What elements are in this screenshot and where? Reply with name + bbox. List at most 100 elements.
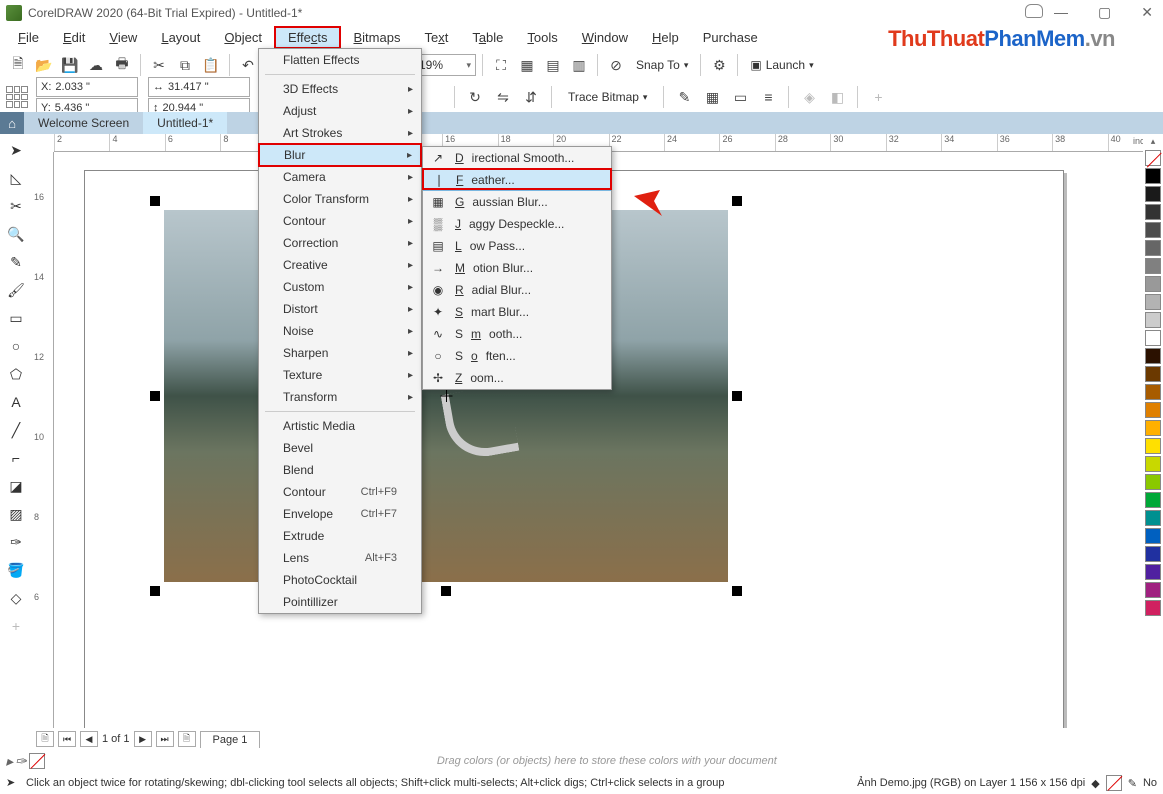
transparency-tool[interactable]: ▨ bbox=[4, 502, 28, 526]
crop-tool[interactable]: ✂ bbox=[4, 194, 28, 218]
menu-item-gaussian-blur[interactable]: ▦Gaussian Blur... bbox=[423, 191, 611, 213]
page-tab[interactable]: Page 1 bbox=[200, 731, 261, 748]
connector-tool[interactable]: ⌐ bbox=[4, 446, 28, 470]
eyedropper-tool[interactable]: ✑ bbox=[4, 530, 28, 554]
snap-off-button[interactable]: ⊘ bbox=[604, 53, 628, 77]
drop-shadow-tool[interactable]: ◪ bbox=[4, 474, 28, 498]
menu-item-custom[interactable]: Custom bbox=[259, 276, 421, 298]
palette-menu-icon[interactable]: ▸ bbox=[6, 753, 13, 770]
color-swatch[interactable] bbox=[1145, 564, 1161, 580]
outline-tool[interactable]: ◇ bbox=[4, 586, 28, 610]
color-swatch[interactable] bbox=[1145, 222, 1161, 238]
copy-button[interactable]: ⧉ bbox=[173, 53, 197, 77]
eyedropper-icon[interactable]: ✑ bbox=[15, 753, 27, 770]
shape-tool[interactable]: ◺ bbox=[4, 166, 28, 190]
show-grid-button[interactable]: ▤ bbox=[541, 53, 565, 77]
menu-item-camera[interactable]: Camera bbox=[259, 166, 421, 188]
menu-item-extrude[interactable]: Extrude bbox=[259, 525, 421, 547]
menu-tools[interactable]: Tools bbox=[515, 28, 569, 47]
menu-purchase[interactable]: Purchase bbox=[691, 28, 770, 47]
color-swatch[interactable] bbox=[1145, 330, 1161, 346]
menu-item-distort[interactable]: Distort bbox=[259, 298, 421, 320]
welcome-screen-tab[interactable]: Welcome Screen bbox=[24, 112, 143, 134]
show-guides-button[interactable]: ▥ bbox=[567, 53, 591, 77]
color-swatch[interactable] bbox=[1145, 420, 1161, 436]
fill-swatch[interactable] bbox=[1106, 775, 1122, 791]
menu-item-jaggy-despeckle[interactable]: ▒Jaggy Despeckle... bbox=[423, 213, 611, 235]
first-page-button[interactable]: ⏮ bbox=[58, 731, 76, 747]
object-order-button[interactable]: ◧ bbox=[825, 85, 849, 109]
menu-item-correction[interactable]: Correction bbox=[259, 232, 421, 254]
selection-handle[interactable] bbox=[150, 586, 160, 596]
selection-handle[interactable] bbox=[441, 586, 451, 596]
print-button[interactable]: 🖶 bbox=[110, 53, 134, 77]
color-swatch[interactable] bbox=[1145, 366, 1161, 382]
selection-handle[interactable] bbox=[732, 586, 742, 596]
color-swatch[interactable] bbox=[1145, 402, 1161, 418]
color-swatch[interactable] bbox=[1145, 168, 1161, 184]
color-swatch[interactable] bbox=[1145, 582, 1161, 598]
add-button[interactable]: + bbox=[866, 85, 890, 109]
straighten-button[interactable]: ≡ bbox=[756, 85, 780, 109]
color-swatch[interactable] bbox=[1145, 348, 1161, 364]
menu-item-flatten-effects[interactable]: Flatten Effects bbox=[259, 49, 421, 71]
menu-item-soften[interactable]: ○Soften... bbox=[423, 345, 611, 367]
menu-item-envelope[interactable]: EnvelopeCtrl+F7 bbox=[259, 503, 421, 525]
text-tool[interactable]: A bbox=[4, 390, 28, 414]
menu-effects[interactable]: Effects bbox=[274, 26, 342, 49]
crop-button[interactable]: ▭ bbox=[728, 85, 752, 109]
menu-table[interactable]: Table bbox=[460, 28, 515, 47]
menu-item-directional-smooth[interactable]: ↗Directional Smooth... bbox=[423, 147, 611, 169]
open-button[interactable]: 📂 bbox=[32, 53, 56, 77]
undo-button[interactable]: ↶ bbox=[236, 53, 260, 77]
freehand-tool[interactable]: ✎ bbox=[4, 250, 28, 274]
rotate-button[interactable]: ↻ bbox=[463, 85, 487, 109]
menu-layout[interactable]: Layout bbox=[149, 28, 212, 47]
object-origin-picker[interactable] bbox=[6, 86, 28, 108]
polygon-tool[interactable]: ⬠ bbox=[4, 362, 28, 386]
menu-file[interactable]: File bbox=[6, 28, 51, 47]
edit-bitmap-button[interactable]: ✎ bbox=[672, 85, 696, 109]
color-swatch[interactable] bbox=[1145, 384, 1161, 400]
menu-item-creative[interactable]: Creative bbox=[259, 254, 421, 276]
add-page-button[interactable]: 🗎 bbox=[36, 731, 54, 747]
selection-handle[interactable] bbox=[150, 196, 160, 206]
paste-button[interactable]: 📋 bbox=[199, 53, 223, 77]
last-page-button[interactable]: ⏭ bbox=[156, 731, 174, 747]
options-button[interactable]: ⚙ bbox=[707, 53, 731, 77]
selection-handle[interactable] bbox=[732, 391, 742, 401]
menu-view[interactable]: View bbox=[97, 28, 149, 47]
color-swatch[interactable] bbox=[1145, 312, 1161, 328]
color-swatch[interactable] bbox=[1145, 294, 1161, 310]
fullscreen-button[interactable]: ⛶ bbox=[489, 53, 513, 77]
artistic-media-tool[interactable]: 🖌 bbox=[4, 278, 28, 302]
minimize-button[interactable]: — bbox=[1048, 0, 1074, 25]
zoom-tool[interactable]: 🔍 bbox=[4, 222, 28, 246]
color-swatch[interactable] bbox=[1145, 276, 1161, 292]
menu-item-bevel[interactable]: Bevel bbox=[259, 437, 421, 459]
color-swatch[interactable] bbox=[1145, 258, 1161, 274]
pick-tool[interactable]: ➤ bbox=[4, 138, 28, 162]
menu-help[interactable]: Help bbox=[640, 28, 691, 47]
menu-item-blend[interactable]: Blend bbox=[259, 459, 421, 481]
menu-item-noise[interactable]: Noise bbox=[259, 320, 421, 342]
menu-item-photococktail[interactable]: PhotoCocktail bbox=[259, 569, 421, 591]
menu-item-3d-effects[interactable]: 3D Effects bbox=[259, 78, 421, 100]
menu-item-transform[interactable]: Transform bbox=[259, 386, 421, 408]
menu-text[interactable]: Text bbox=[412, 28, 460, 47]
fill-tool[interactable]: 🪣 bbox=[4, 558, 28, 582]
save-button[interactable]: 💾 bbox=[58, 53, 82, 77]
menu-window[interactable]: Window bbox=[570, 28, 640, 47]
color-swatch[interactable] bbox=[1145, 438, 1161, 454]
color-swatch[interactable] bbox=[1145, 510, 1161, 526]
maximize-button[interactable]: ▢ bbox=[1092, 0, 1117, 25]
mirror-h-button[interactable]: ⇋ bbox=[491, 85, 515, 109]
color-swatch[interactable] bbox=[1145, 474, 1161, 490]
menu-item-adjust[interactable]: Adjust bbox=[259, 100, 421, 122]
menu-item-smart-blur[interactable]: ✦Smart Blur... bbox=[423, 301, 611, 323]
parallel-dimension-tool[interactable]: ╱ bbox=[4, 418, 28, 442]
menu-item-sharpen[interactable]: Sharpen bbox=[259, 342, 421, 364]
cloud-button[interactable]: ☁ bbox=[84, 53, 108, 77]
selection-handle[interactable] bbox=[150, 391, 160, 401]
menu-item-lens[interactable]: LensAlt+F3 bbox=[259, 547, 421, 569]
